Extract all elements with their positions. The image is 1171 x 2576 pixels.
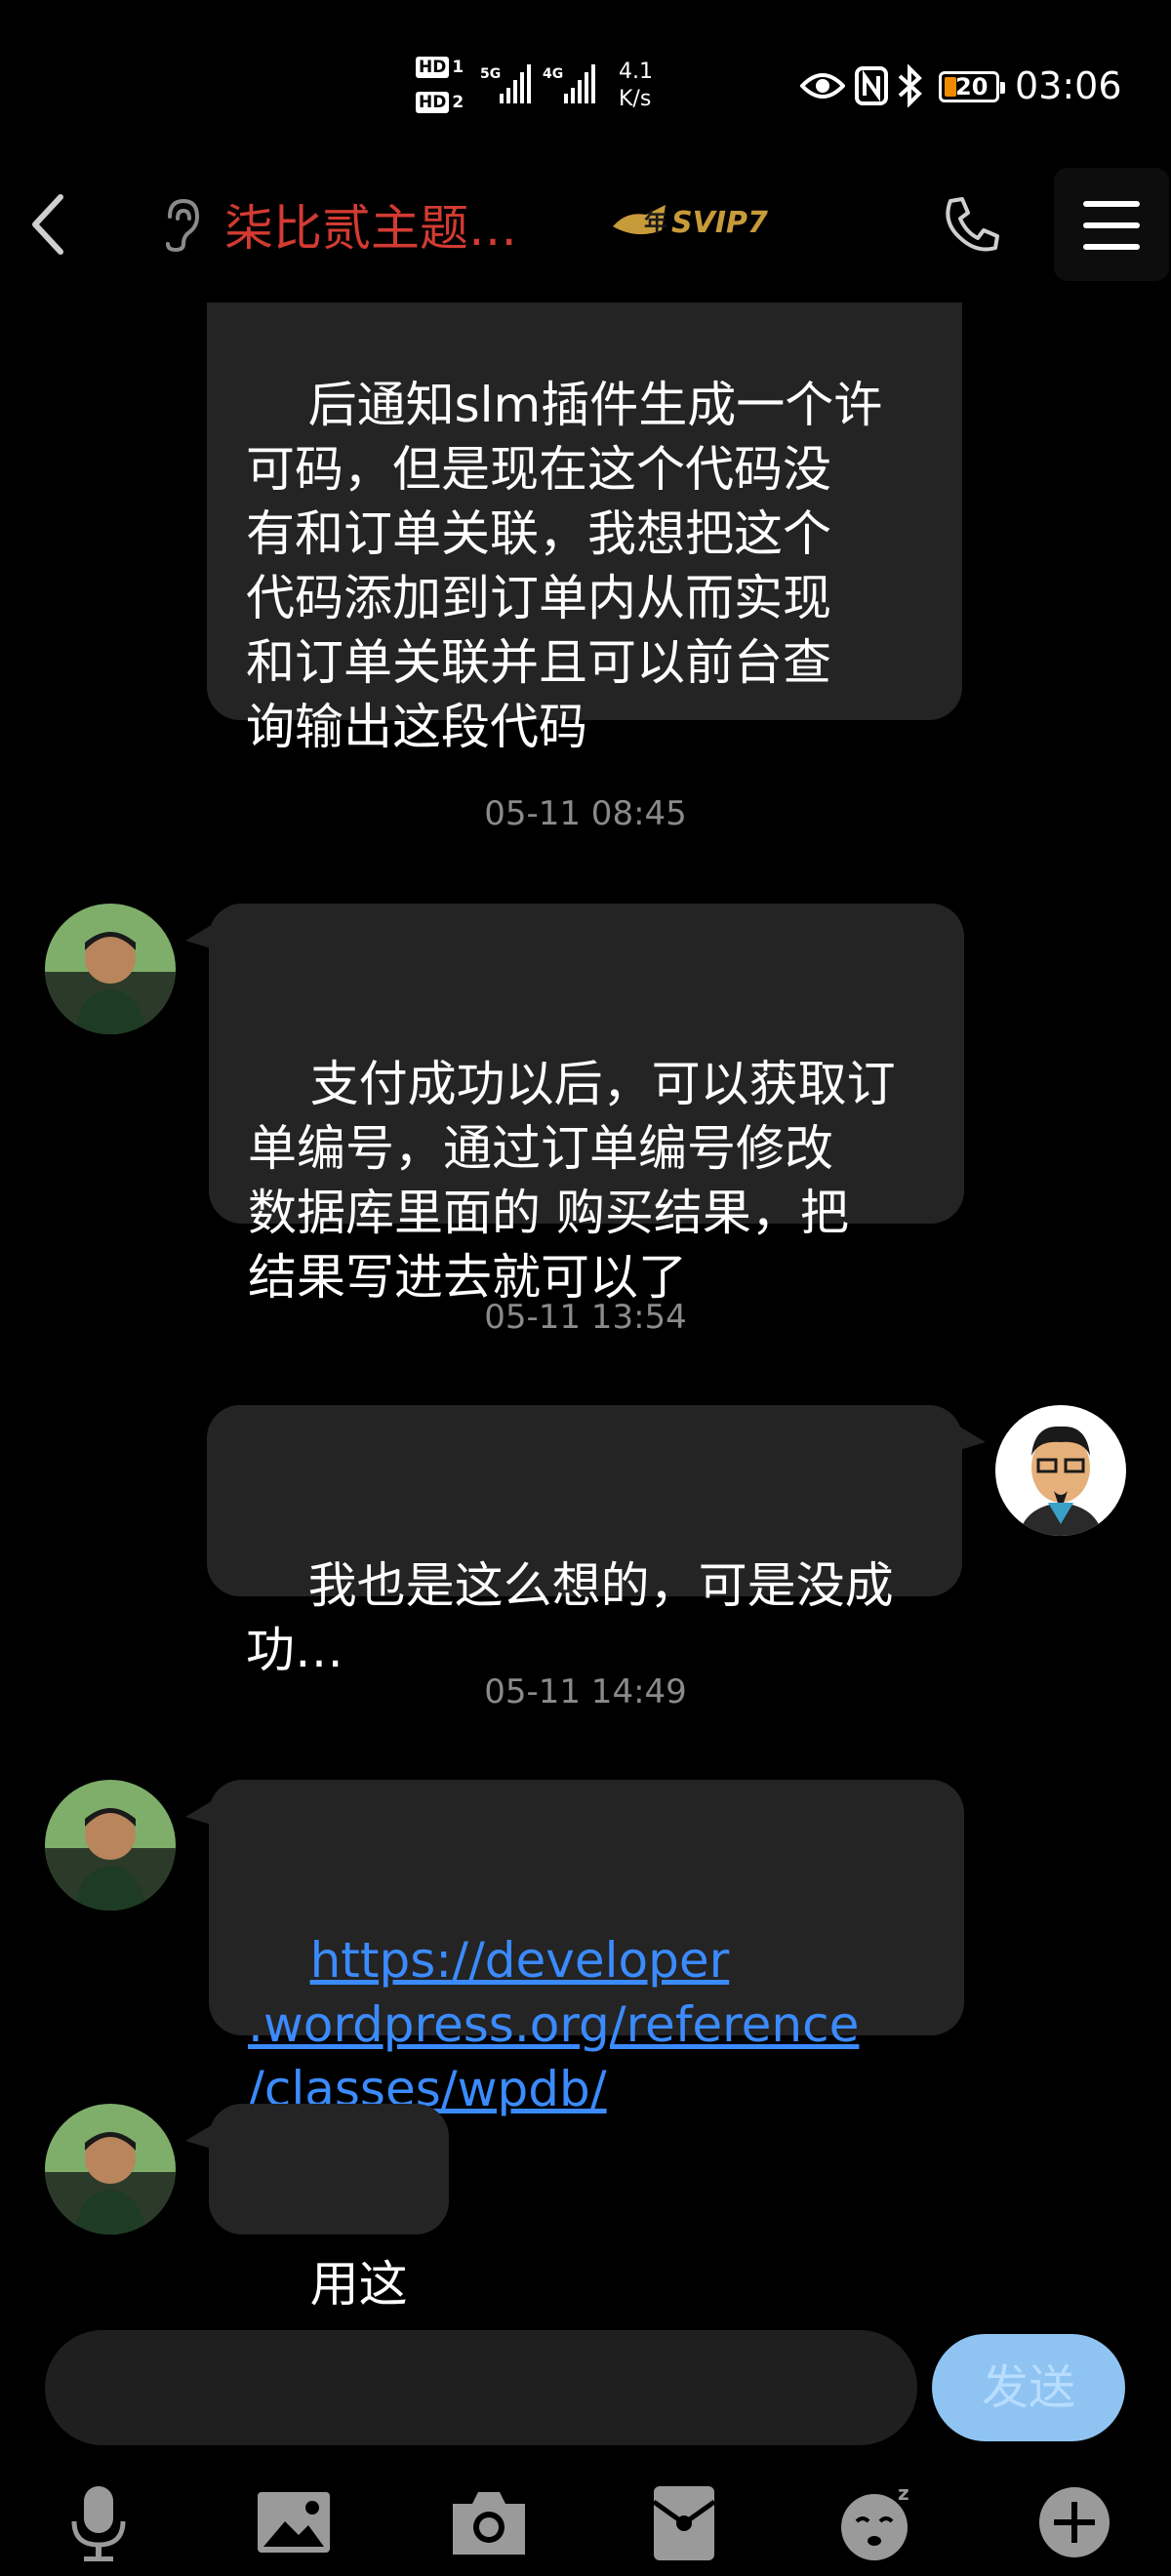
message-bubble-received[interactable]: https://developer .wordpress.org/referen…: [185, 1780, 964, 2117]
network-type-1: 5G: [480, 66, 502, 82]
svip-badge[interactable]: 年 SVIP7: [607, 191, 773, 250]
sim1-indicator: HD 1: [416, 57, 464, 78]
menu-icon-line: [1083, 244, 1140, 250]
message-text: 我也是这么想的，可是没成 功…: [246, 1557, 894, 1678]
svg-text:z: z: [898, 2481, 909, 2505]
menu-icon-line: [1083, 201, 1140, 207]
earpiece-mode-icon[interactable]: [156, 195, 205, 254]
message-bubble-received[interactable]: 支付成功以后，可以获取订 单编号，通过订单编号修改 数据库里面的 购买结果，把 …: [185, 904, 964, 1306]
sim-number: 1: [452, 58, 464, 77]
menu-button[interactable]: [1054, 168, 1169, 281]
contact-avatar[interactable]: [45, 1780, 176, 1911]
message-input[interactable]: [45, 2330, 917, 2445]
phone-call-icon[interactable]: [937, 191, 1005, 260]
message-link[interactable]: https://developer .wordpress.org/referen…: [248, 1932, 859, 2117]
user-avatar[interactable]: [995, 1405, 1126, 1536]
message-text: 支付成功以后，可以获取订 单编号，通过订单编号修改 数据库里面的 购买结果，把 …: [248, 1056, 896, 1306]
eye-icon: [800, 73, 845, 99]
bubble-tail: [185, 2117, 224, 2153]
chat-header: 柒比贰主题… 年 SVIP7: [0, 166, 1171, 302]
svg-text:SVIP7: SVIP7: [671, 206, 768, 240]
message-list[interactable]: 后通知slm插件生成一个许 可码，但是现在这个代码没 有和订单关联，我想把这个 …: [0, 302, 1171, 2322]
speed-unit: K/s: [619, 87, 652, 111]
hd-badge: HD: [416, 57, 450, 78]
hd-badge: HD: [416, 92, 450, 113]
timestamp: 05-11 13:54: [484, 1298, 687, 1337]
clock: 03:06: [1015, 64, 1122, 107]
message-text: 后通知slm插件生成一个许 可码，但是现在这个代码没 有和订单关联，我想把这个 …: [246, 377, 883, 755]
emoji-icon[interactable]: z: [835, 2478, 923, 2566]
contact-avatar[interactable]: [45, 2104, 176, 2234]
plus-icon[interactable]: [1030, 2478, 1118, 2566]
camera-icon[interactable]: [445, 2478, 533, 2566]
svg-text:年: 年: [644, 209, 667, 236]
status-bar: HD 1 HD 2 5G 4G 4.1 K/s 20 03:06: [0, 0, 1171, 166]
send-button[interactable]: 发送: [932, 2334, 1125, 2441]
network-type-2: 4G: [543, 66, 564, 82]
timestamp: 05-11 14:49: [484, 1672, 687, 1711]
sim-number: 2: [452, 93, 464, 112]
sim2-indicator: HD 2: [416, 92, 464, 113]
contact-avatar[interactable]: [45, 904, 176, 1034]
timestamp: 05-11 08:45: [484, 794, 687, 833]
message-bubble-received[interactable]: 用这个: [185, 2104, 449, 2322]
bluetooth-icon: [898, 64, 922, 107]
image-icon[interactable]: [250, 2478, 338, 2566]
message-bubble-received[interactable]: 后通知slm插件生成一个许 可码，但是现在这个代码没 有和订单关联，我想把这个 …: [207, 302, 962, 755]
signal-icon: [500, 64, 531, 103]
red-packet-icon[interactable]: [640, 2478, 728, 2566]
bubble-tail: [185, 1793, 224, 1829]
speed-value: 4.1: [619, 60, 653, 84]
signal-icon: [564, 64, 595, 103]
message-bubble-sent[interactable]: 我也是这么想的，可是没成 功…: [207, 1405, 986, 1678]
message-text: 用这个: [248, 2256, 408, 2322]
battery-icon: 20: [939, 71, 1005, 102]
nfc-icon: [855, 66, 888, 105]
battery-level: 20: [955, 73, 989, 101]
back-icon[interactable]: [14, 180, 82, 267]
menu-icon-line: [1083, 222, 1140, 228]
chat-title[interactable]: 柒比贰主题…: [224, 189, 517, 260]
microphone-icon[interactable]: [55, 2478, 142, 2566]
bubble-tail: [947, 1419, 986, 1454]
network-speed: 4.1 K/s: [619, 59, 653, 113]
bubble-tail: [185, 917, 224, 952]
input-toolbar: z: [0, 2459, 1171, 2576]
